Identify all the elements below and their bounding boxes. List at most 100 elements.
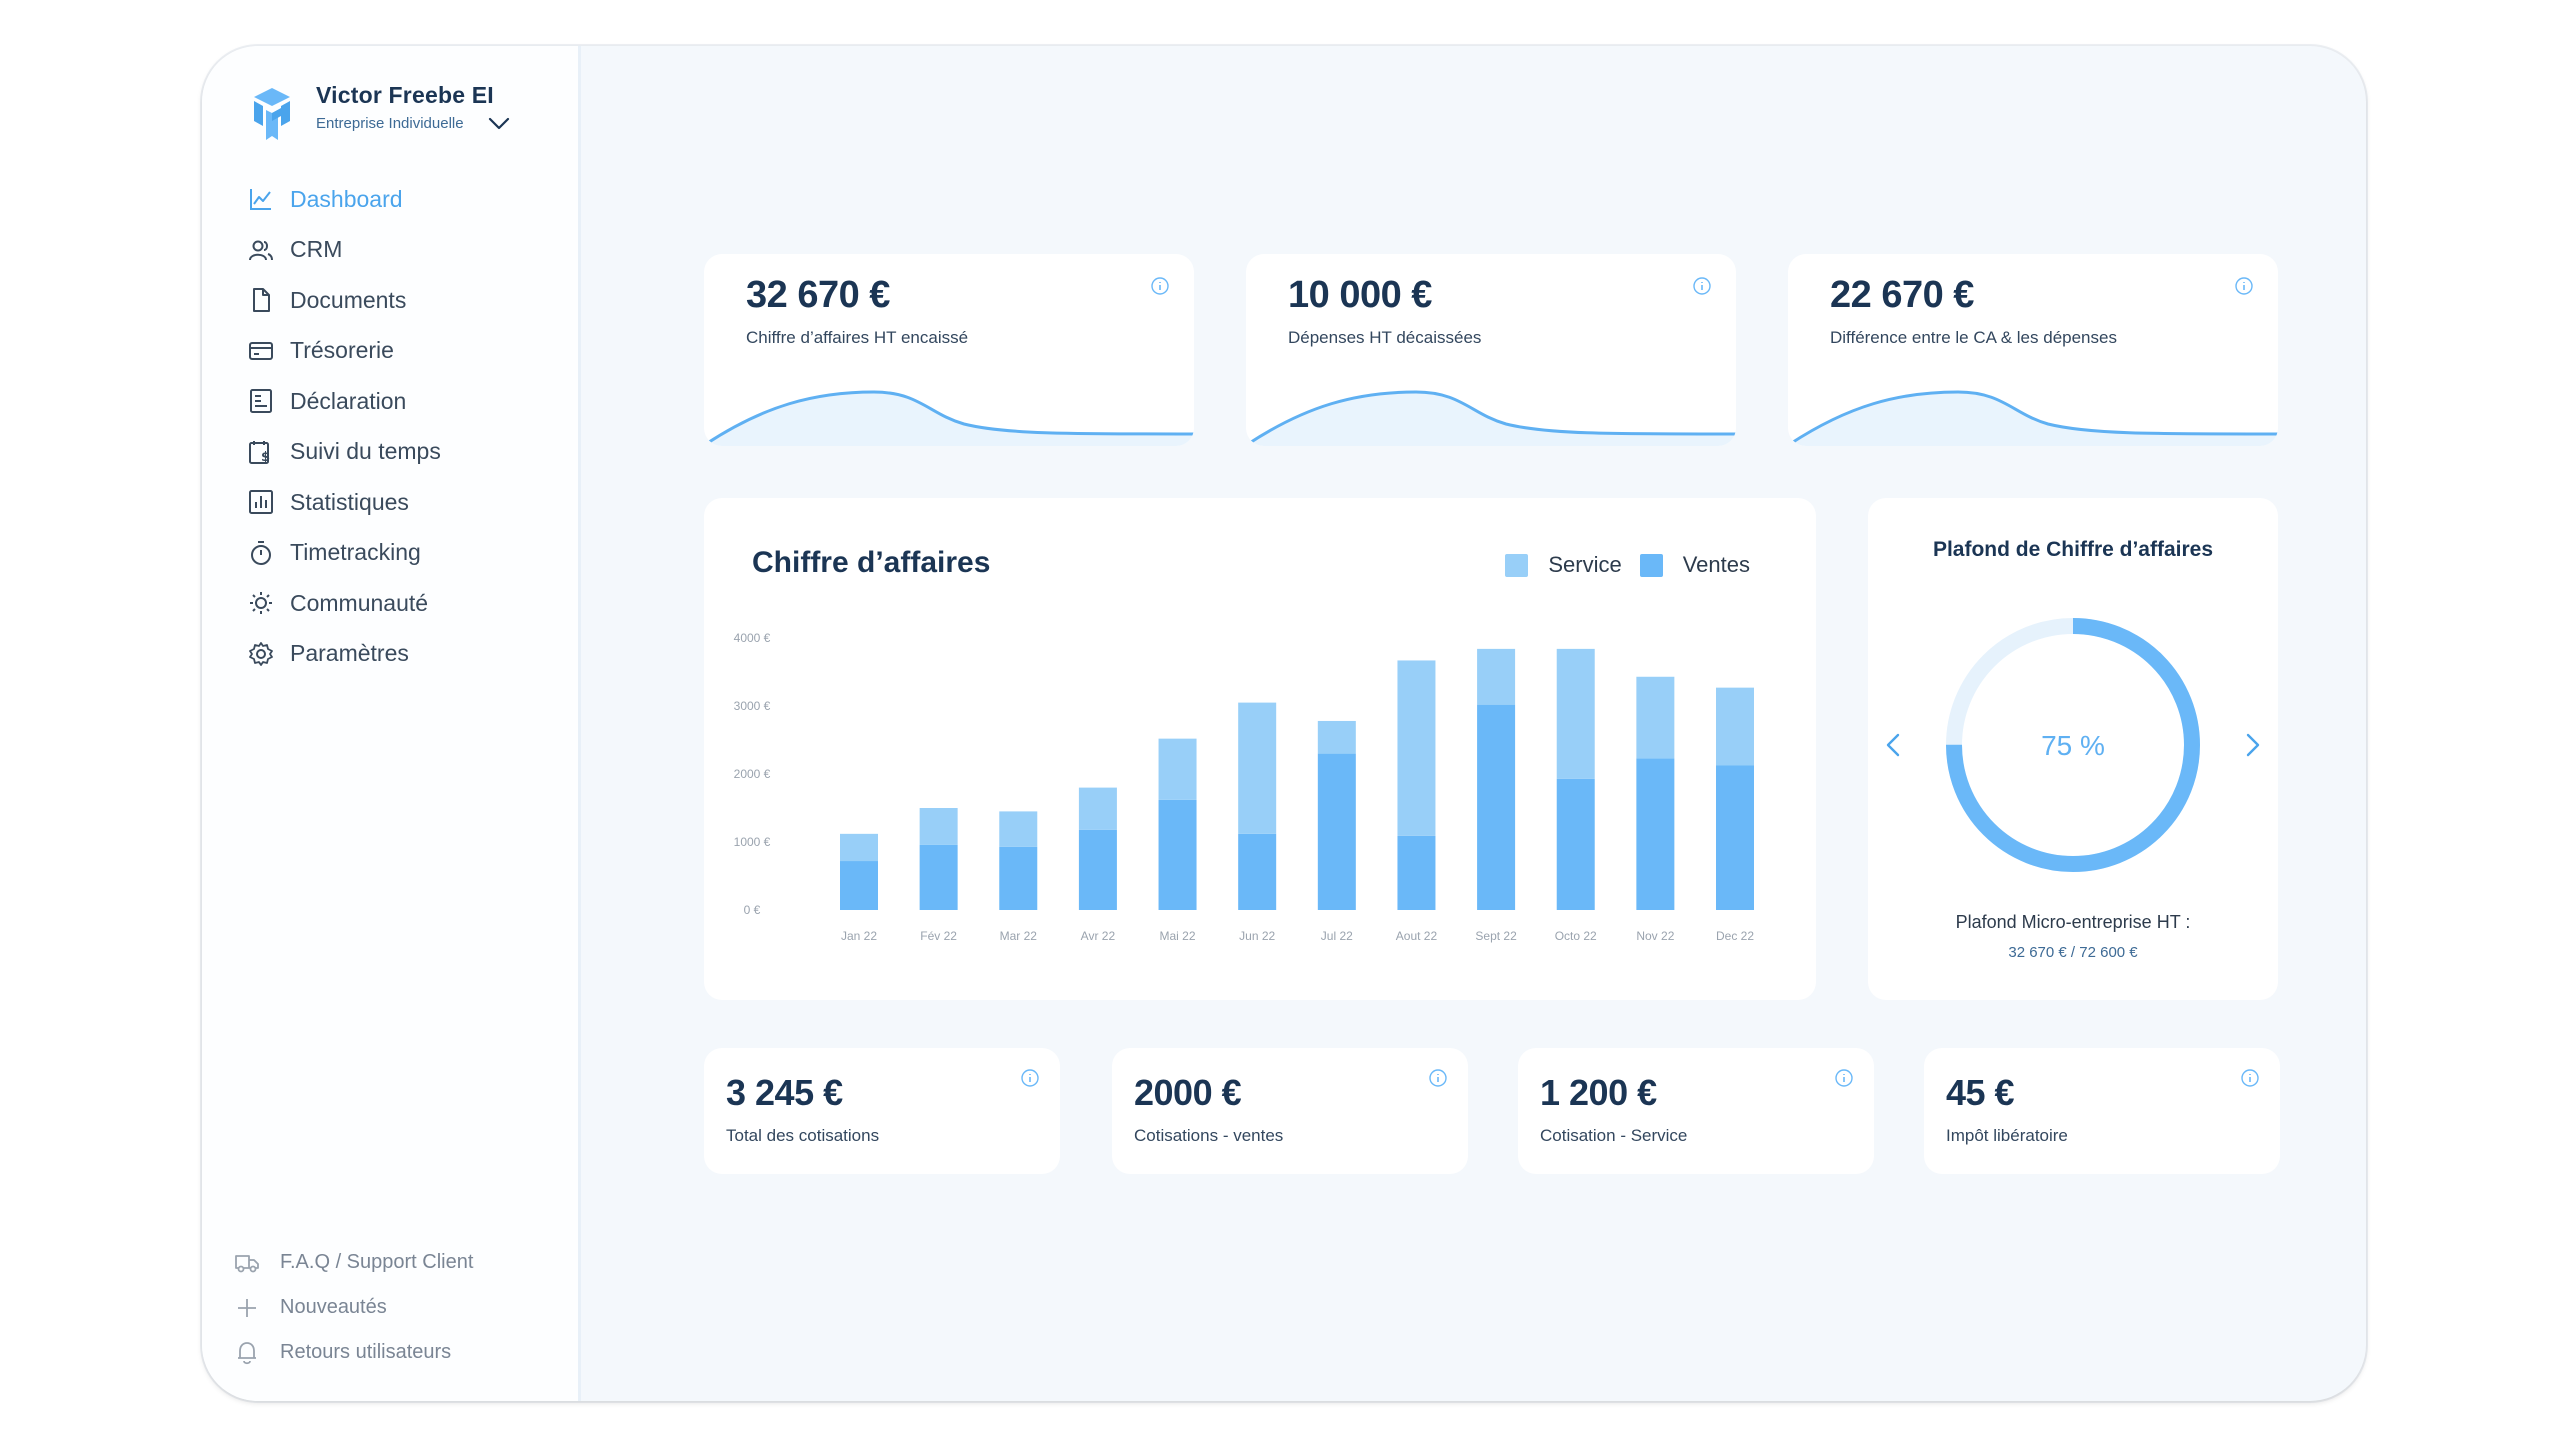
stat-value: 45 € <box>1946 1072 2015 1113</box>
revenue-bar-chart: 0 € 1000 € 2000 € 3000 € 4000 € Jan 22 Fév 22 M… <box>734 631 1755 943</box>
bar-service[interactable] <box>1158 738 1197 800</box>
stat-label: Impôt libératoire <box>1946 1126 2068 1145</box>
x-tick-label: Sept 22 <box>1475 929 1517 943</box>
x-tick-label: Dec 22 <box>1716 929 1754 943</box>
nav-label: Communauté <box>290 589 429 616</box>
bar-service[interactable] <box>1317 720 1356 754</box>
stat-card-cotisation-service: 1 200 € Cotisation - Service <box>1518 1048 1874 1174</box>
info-icon[interactable] <box>1150 276 1170 296</box>
bar-service[interactable] <box>1556 648 1595 779</box>
bar-service[interactable] <box>999 811 1038 847</box>
y-tick-label: 3000 € <box>734 699 771 713</box>
info-icon[interactable] <box>1020 1068 1040 1088</box>
bar-ventes[interactable] <box>1636 758 1675 910</box>
bar-service[interactable] <box>1636 676 1675 759</box>
plafond-progress-ring: 75 % <box>1946 618 2200 872</box>
nav-item-suivi-du-temps[interactable]: $ Suivi du temps <box>248 427 441 478</box>
nav-label: Paramètres <box>290 640 409 667</box>
y-tick-label: 4000 € <box>734 631 771 645</box>
kpi-value: 22 670 € <box>1830 274 1974 316</box>
revenue-chart-card: Chiffre d’affaires Service Ventes 0 €100… <box>704 498 1816 1000</box>
nav-item-communaute[interactable]: Communauté <box>248 578 441 629</box>
bar-ventes[interactable] <box>1716 765 1754 910</box>
info-icon[interactable] <box>1692 276 1712 296</box>
x-tick-label: Jan 22 <box>841 929 877 943</box>
svg-text:$: $ <box>261 450 270 465</box>
nav-item-nouveautes[interactable]: Nouveautés <box>234 1285 473 1330</box>
bar-ventes[interactable] <box>840 861 878 910</box>
nav-label: Suivi du temps <box>290 438 441 465</box>
main-nav: Dashboard CRM Documents Trésorerie Décla… <box>248 174 441 679</box>
calendar-money-icon: $ <box>249 440 270 465</box>
bar-ventes[interactable] <box>919 844 958 910</box>
nav-item-dashboard[interactable]: Dashboard <box>248 174 441 225</box>
stat-label: Total des cotisations <box>726 1126 880 1145</box>
info-icon[interactable] <box>2240 1068 2260 1088</box>
info-icon[interactable] <box>1428 1068 1448 1088</box>
info-icon[interactable] <box>2234 276 2254 296</box>
nav-item-declaration[interactable]: Déclaration <box>248 376 441 427</box>
nav-label: Dashboard <box>290 185 403 212</box>
info-icon[interactable] <box>1834 1068 1854 1088</box>
kpi-value: 32 670 € <box>746 274 890 316</box>
kpi-label: Chiffre d’affaires HT encaissé <box>746 328 969 347</box>
bar-ventes[interactable] <box>1397 835 1436 910</box>
company-type: Entreprise Individuelle <box>316 115 464 132</box>
nav-item-documents[interactable]: Documents <box>248 275 441 326</box>
chevron-down-icon[interactable] <box>488 117 510 131</box>
bar-service[interactable] <box>1477 648 1516 705</box>
company-logo-icon <box>254 88 290 140</box>
x-tick-label: Nov 22 <box>1636 929 1674 943</box>
x-tick-label: Jun 22 <box>1239 929 1275 943</box>
users-icon <box>249 240 273 261</box>
app-window: Victor Freebe EI Entreprise Individuelle… <box>202 46 2366 1401</box>
bar-service[interactable] <box>840 833 878 862</box>
stat-value: 1 200 € <box>1540 1072 1657 1113</box>
nav-item-tresorerie[interactable]: Trésorerie <box>248 326 441 377</box>
bar-service[interactable] <box>1716 687 1754 766</box>
company-name: Victor Freebe EI <box>316 82 494 108</box>
y-tick-label: 0 € <box>744 903 761 917</box>
stat-card-total-cotisations: 3 245 € Total des cotisations <box>704 1048 1060 1174</box>
bar-ventes[interactable] <box>1238 833 1277 910</box>
form-icon <box>250 389 272 414</box>
x-tick-label: Mar 22 <box>1000 929 1038 943</box>
truck-icon <box>235 1254 259 1272</box>
nav-label: CRM <box>290 236 343 263</box>
nav-item-parametres[interactable]: Paramètres <box>248 629 441 680</box>
bar-ventes[interactable] <box>1078 829 1117 910</box>
nav-label: Trésorerie <box>290 337 394 364</box>
nav-item-crm[interactable]: CRM <box>248 225 441 276</box>
nav-item-timetracking[interactable]: Timetracking <box>248 528 441 579</box>
nav-item-retours-utilisateurs[interactable]: Retours utilisateurs <box>234 1330 473 1375</box>
nav-label: F.A.Q / Support Client <box>280 1251 474 1273</box>
plus-icon <box>238 1298 256 1317</box>
kpi-card-expenses: 10 000 € Dépenses HT décaissées <box>1246 254 1736 446</box>
sparkline-chart <box>1247 390 1736 446</box>
plafond-percent: 75 % <box>2041 730 2105 761</box>
bar-service[interactable] <box>1397 660 1436 836</box>
sparkline-chart <box>705 390 1194 446</box>
bar-service[interactable] <box>1078 787 1117 830</box>
x-tick-label: Octo 22 <box>1555 929 1597 943</box>
sparkline-chart <box>1789 390 2278 446</box>
credit-card-icon <box>249 341 273 360</box>
bar-ventes[interactable] <box>999 846 1038 910</box>
plafond-card: Plafond de Chiffre d’affaires 75 % Plafo… <box>1868 498 2278 1000</box>
bar-ventes[interactable] <box>1477 704 1516 910</box>
brand-switcher[interactable]: Victor Freebe EI Entreprise Individuelle <box>250 82 510 142</box>
x-tick-label: Avr 22 <box>1081 929 1116 943</box>
stat-value: 2000 € <box>1134 1072 1242 1113</box>
kpi-label: Différence entre le CA & les dépenses <box>1830 328 2117 347</box>
x-tick-label: Mai 22 <box>1160 929 1196 943</box>
bar-ventes[interactable] <box>1158 799 1197 910</box>
bar-ventes[interactable] <box>1317 753 1356 910</box>
bar-service[interactable] <box>919 808 958 845</box>
x-tick-label: Fév 22 <box>920 929 957 943</box>
bar-service[interactable] <box>1238 702 1277 834</box>
bar-ventes[interactable] <box>1556 778 1595 910</box>
stat-value: 3 245 € <box>726 1072 843 1113</box>
nav-item-statistiques[interactable]: Statistiques <box>248 477 441 528</box>
nav-item-faq-support[interactable]: F.A.Q / Support Client <box>234 1240 473 1285</box>
gear-icon <box>249 641 273 666</box>
